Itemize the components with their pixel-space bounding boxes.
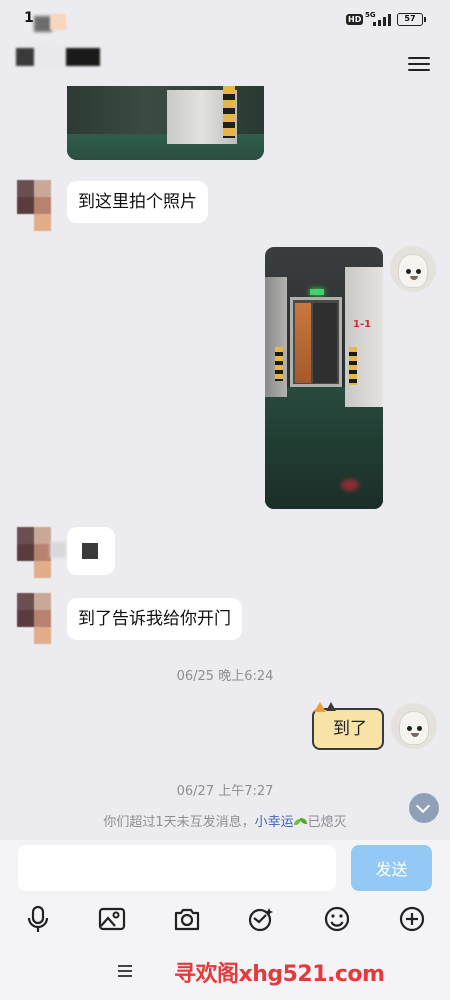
photo-label: 1-1 bbox=[353, 319, 372, 330]
scroll-down-button[interactable] bbox=[409, 793, 439, 823]
status-bar: 1 HD 5G 57 bbox=[0, 0, 450, 40]
microphone-icon[interactable] bbox=[23, 904, 53, 934]
avatar[interactable] bbox=[390, 246, 436, 292]
camera-icon[interactable] bbox=[172, 904, 202, 934]
battery-icon: 57 bbox=[397, 13, 426, 26]
send-button[interactable]: 发送 bbox=[351, 845, 432, 891]
message-input[interactable] bbox=[18, 845, 336, 891]
avatar[interactable] bbox=[17, 527, 51, 578]
notice-suffix: 已熄灭 bbox=[307, 815, 347, 830]
status-time: 1 bbox=[24, 10, 34, 26]
sticker-message[interactable]: 到了 bbox=[308, 702, 386, 752]
nav-menu-icon[interactable] bbox=[118, 965, 134, 979]
hd-indicator: HD bbox=[346, 14, 364, 25]
cat-ear-icon bbox=[314, 702, 326, 712]
contact-name-blurred-2 bbox=[66, 48, 100, 66]
friendship-name[interactable]: 小幸运 bbox=[255, 815, 294, 830]
timestamp: 06/25 晚上6:24 bbox=[176, 669, 274, 684]
message-bubble[interactable]: 到了告诉我给你开门 bbox=[67, 598, 242, 640]
signal-icon bbox=[373, 14, 393, 26]
contact-name-blurred bbox=[16, 48, 34, 66]
avatar[interactable] bbox=[17, 593, 51, 644]
leaf-icon bbox=[293, 817, 308, 828]
photo-message[interactable] bbox=[67, 86, 264, 160]
status-blur-accent bbox=[50, 14, 66, 30]
menu-icon[interactable] bbox=[408, 55, 430, 73]
photo-message[interactable]: 1-1 bbox=[265, 247, 383, 509]
plus-icon[interactable] bbox=[397, 904, 427, 934]
avatar[interactable] bbox=[17, 180, 51, 231]
timestamp: 06/27 上午7:27 bbox=[176, 784, 274, 799]
red-packet-icon[interactable] bbox=[246, 904, 276, 934]
sticker-text: 到了 bbox=[333, 719, 367, 739]
alpaca-avatar-icon bbox=[398, 254, 428, 288]
message-bubble[interactable]: 到这里拍个照片 bbox=[67, 181, 208, 223]
image-icon[interactable] bbox=[97, 904, 127, 934]
avatar[interactable] bbox=[391, 703, 437, 749]
exit-sign bbox=[310, 289, 324, 295]
alpaca-avatar-icon bbox=[399, 711, 429, 745]
blurred-content bbox=[82, 543, 98, 559]
emoji-icon[interactable] bbox=[322, 904, 352, 934]
friendship-notice: 你们超过1天未互发消息，小幸运 已熄灭 bbox=[0, 811, 450, 830]
watermark: 寻欢阁xhg521.com bbox=[174, 962, 385, 987]
contact-name-blur bbox=[36, 46, 64, 70]
blurred-text bbox=[50, 542, 66, 558]
notice-prefix: 你们超过1天未互发消息， bbox=[103, 815, 255, 830]
